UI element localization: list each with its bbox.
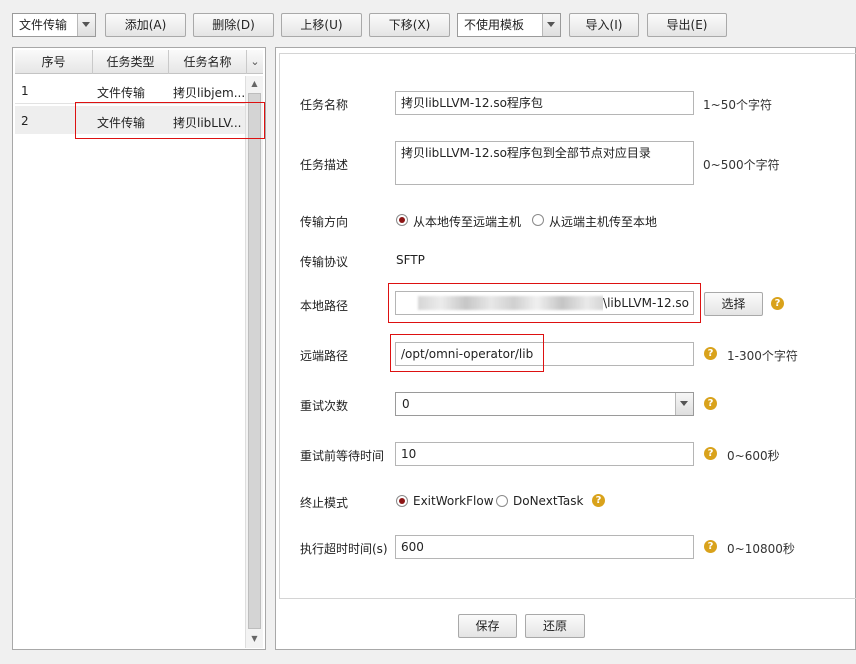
- template-select[interactable]: 不使用模板: [457, 13, 561, 37]
- retry-wait-label: 重试前等待时间: [300, 449, 385, 463]
- add-button[interactable]: 添加(A): [105, 13, 186, 37]
- task-desc-textarea[interactable]: 拷贝libLLVM-12.so程序包到全部节点对应目录: [395, 141, 694, 185]
- choose-file-button[interactable]: 选择: [704, 292, 763, 316]
- row-type: 文件传输: [97, 116, 146, 130]
- move-up-button[interactable]: 上移(U): [281, 13, 362, 37]
- direction-option-local[interactable]: 从本地传至远端主机: [413, 213, 521, 230]
- blurred-path-region: [418, 296, 610, 310]
- stop-mode-radio-next[interactable]: [496, 495, 508, 507]
- timeout-label: 执行超时时间(s): [300, 542, 388, 556]
- scrollbar-thumb[interactable]: [248, 93, 261, 629]
- double-chevron-down-icon[interactable]: ⌄: [247, 50, 263, 74]
- help-icon[interactable]: ?: [704, 397, 717, 410]
- import-button[interactable]: 导入(I): [569, 13, 639, 37]
- stop-mode-label: 终止模式: [300, 496, 349, 510]
- column-header-name[interactable]: 任务名称: [169, 50, 247, 74]
- task-name-label: 任务名称: [300, 98, 349, 112]
- direction-label: 传输方向: [300, 215, 349, 229]
- protocol-label: 传输协议: [300, 255, 349, 269]
- scroll-up-icon[interactable]: ▲: [246, 76, 263, 92]
- stop-mode-option-exit[interactable]: ExitWorkFlow: [413, 494, 494, 508]
- direction-radio-remote[interactable]: [532, 214, 544, 226]
- stop-mode-radio-exit[interactable]: [396, 495, 408, 507]
- task-list-panel: 序号 任务类型 任务名称 ⌄ 1 文件传输 拷贝libjem... 2 文件传输…: [12, 47, 266, 650]
- help-icon[interactable]: ?: [704, 447, 717, 460]
- retry-wait-input[interactable]: 10: [395, 442, 694, 466]
- chevron-down-icon[interactable]: [77, 14, 95, 36]
- direction-option-remote[interactable]: 从远端主机传至本地: [549, 213, 657, 230]
- remote-path-label: 远端路径: [300, 349, 349, 363]
- column-header-type[interactable]: 任务类型: [93, 50, 169, 74]
- template-select-value: 不使用模板: [464, 18, 525, 32]
- stop-mode-option-next[interactable]: DoNextTask: [513, 494, 583, 508]
- row-type: 文件传输: [97, 86, 146, 100]
- help-icon[interactable]: ?: [771, 297, 784, 310]
- row-index: 2: [21, 114, 29, 128]
- chevron-down-icon[interactable]: [542, 14, 560, 36]
- table-row[interactable]: 1 文件传输 拷贝libjem...: [15, 76, 245, 104]
- delete-button[interactable]: 删除(D): [193, 13, 274, 37]
- help-icon[interactable]: ?: [704, 540, 717, 553]
- retry-wait-hint: 0~600秒: [727, 449, 780, 463]
- retry-count-value: 0: [402, 397, 410, 411]
- form-group-box: [279, 53, 856, 599]
- row-index: 1: [21, 84, 29, 98]
- help-icon[interactable]: ?: [592, 494, 605, 507]
- export-button[interactable]: 导出(E): [647, 13, 727, 37]
- task-list-header: 序号 任务类型 任务名称 ⌄: [15, 50, 263, 74]
- timeout-hint: 0~10800秒: [727, 542, 795, 556]
- table-row[interactable]: 2 文件传输 拷贝libLLV...: [15, 106, 245, 134]
- scroll-down-icon[interactable]: ▼: [246, 631, 263, 647]
- task-name-input[interactable]: 拷贝libLLVM-12.so程序包: [395, 91, 694, 115]
- remote-path-hint: 1-300个字符: [727, 349, 798, 363]
- help-icon[interactable]: ?: [704, 347, 717, 360]
- local-path-visible-text: \libLLVM-12.so: [603, 292, 689, 314]
- task-type-select-value: 文件传输: [19, 18, 68, 32]
- retry-count-select[interactable]: 0: [395, 392, 694, 416]
- local-path-label: 本地路径: [300, 299, 349, 313]
- task-name-hint: 1~50个字符: [703, 98, 772, 112]
- reset-button[interactable]: 还原: [525, 614, 585, 638]
- move-down-button[interactable]: 下移(X): [369, 13, 450, 37]
- timeout-input[interactable]: 600: [395, 535, 694, 559]
- row-name: 拷贝libjem...: [173, 86, 245, 100]
- vertical-scrollbar[interactable]: ▲ ▼: [245, 76, 263, 648]
- row-name: 拷贝libLLV...: [173, 116, 242, 130]
- save-button[interactable]: 保存: [458, 614, 517, 638]
- retry-count-label: 重试次数: [300, 399, 349, 413]
- task-desc-hint: 0~500个字符: [703, 158, 780, 172]
- chevron-down-icon[interactable]: [675, 393, 693, 415]
- direction-radio-local[interactable]: [396, 214, 408, 226]
- local-path-input[interactable]: \libLLVM-12.so: [395, 291, 694, 315]
- task-desc-label: 任务描述: [300, 158, 349, 172]
- task-type-select[interactable]: 文件传输: [12, 13, 96, 37]
- protocol-value: SFTP: [396, 253, 425, 267]
- remote-path-input[interactable]: /opt/omni-operator/lib: [395, 342, 694, 366]
- column-header-index[interactable]: 序号: [15, 50, 93, 74]
